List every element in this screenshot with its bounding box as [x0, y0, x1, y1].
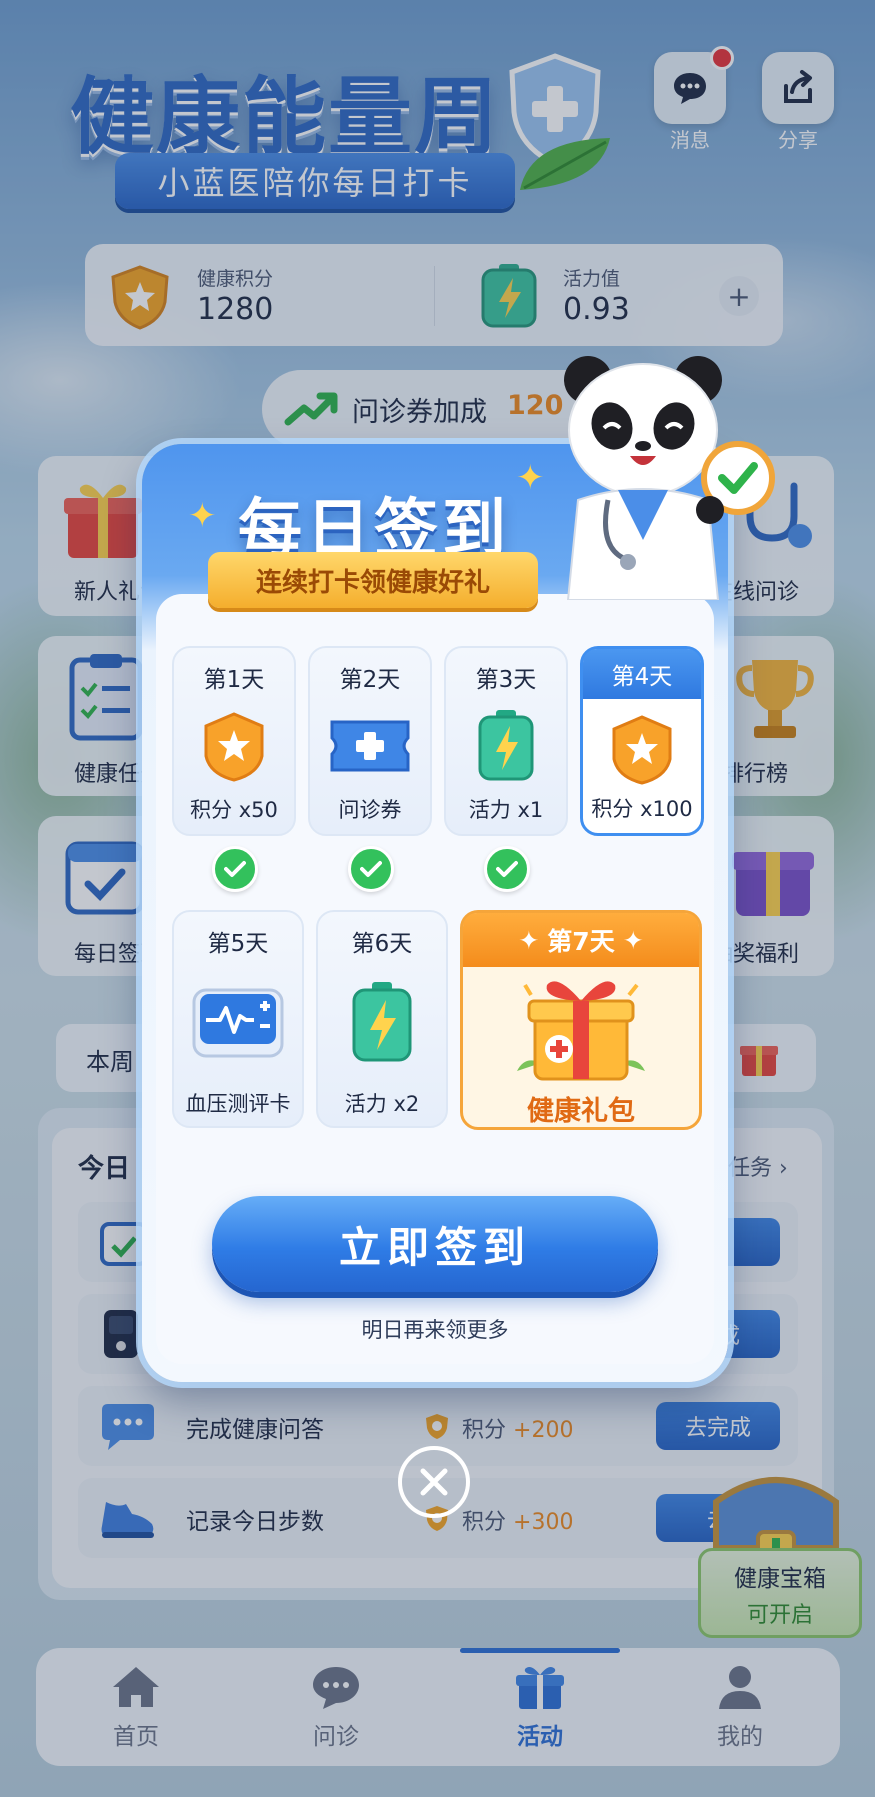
points-badge-icon — [204, 712, 264, 782]
sparkle-icon: ✦ — [188, 496, 217, 536]
day-reward: 问诊券 — [338, 798, 402, 822]
claimed-check-icon — [484, 846, 530, 892]
day-title: 第5天 — [207, 931, 269, 957]
day-reward: 健康礼包 — [527, 1096, 635, 1127]
signin-hint: 明日再来领更多 — [361, 1318, 509, 1342]
points-badge-icon — [612, 715, 672, 785]
close-icon — [420, 1468, 448, 1496]
day-reward: 积分 x100 — [591, 797, 693, 821]
claimed-check-icon — [212, 846, 258, 892]
gift-box-icon — [517, 981, 645, 1081]
modal-ribbon: 连续打卡领健康好礼 — [208, 552, 538, 608]
bp-monitor-icon — [192, 988, 284, 1058]
close-modal-button[interactable] — [398, 1446, 470, 1518]
day-title: 第6天 — [351, 931, 413, 957]
day-reward: 积分 x50 — [190, 798, 278, 822]
day-card-1[interactable]: 第1天 积分 x50 — [172, 646, 296, 836]
day-card-4-today[interactable]: 第4天 积分 x100 — [580, 646, 704, 836]
day-card-2[interactable]: 第2天 问诊券 — [308, 646, 432, 836]
sparkle-icon: ✦ — [518, 925, 540, 955]
energy-battery-icon — [352, 982, 412, 1062]
day-card-7[interactable]: ✦ 第7天 ✦ 健康礼包 — [460, 910, 702, 1130]
day-title: 第4天 — [583, 649, 701, 699]
day-reward: 血压测评卡 — [185, 1092, 291, 1116]
panda-doctor-mascot — [564, 356, 775, 600]
day-title: 第3天 — [475, 667, 537, 693]
day-title: 第2天 — [339, 667, 401, 693]
day-card-5[interactable]: 第5天 血压测评卡 — [172, 910, 304, 1128]
day-reward: 活力 x1 — [468, 798, 544, 822]
sparkle-icon: ✦ — [622, 925, 644, 955]
claimed-check-icon — [348, 846, 394, 892]
consult-ticket-icon — [330, 720, 410, 772]
day-title: 第7天 — [547, 927, 615, 956]
day-reward: 活力 x2 — [344, 1092, 420, 1116]
sparkle-icon: ✦ — [516, 458, 545, 498]
day-card-3[interactable]: 第3天 活力 x1 — [444, 646, 568, 836]
signin-button[interactable]: 立即签到 — [212, 1196, 658, 1292]
day-title: 第1天 — [203, 667, 265, 693]
energy-battery-icon — [478, 710, 534, 781]
day-card-6[interactable]: 第6天 活力 x2 — [316, 910, 448, 1128]
